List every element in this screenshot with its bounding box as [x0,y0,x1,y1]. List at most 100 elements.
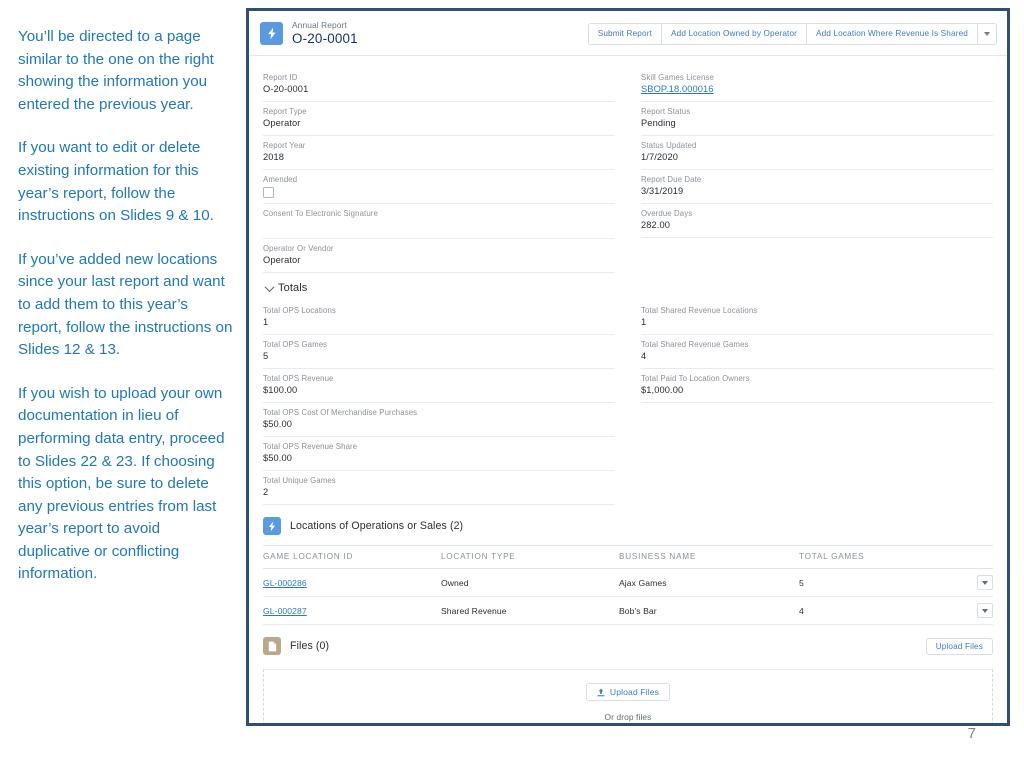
skill-games-license-link[interactable]: SBOP.18.000016 [641,83,993,96]
field-label: Total Paid To Location Owners [641,374,750,383]
instruction-paragraph-3: If you’ve added new locations since your… [18,250,233,359]
field-value: 1 [641,317,647,327]
drop-files-hint: Or drop files [604,711,652,722]
field-label: Consent To Electronic Signature [263,209,378,218]
screenshot-frame: Annual Report O-20-0001 Submit Report Ad… [246,8,1010,726]
chevron-down-icon[interactable] [263,281,275,292]
upload-files-button[interactable]: Upload Files [585,683,671,701]
cell-location-type: Owned [441,568,619,597]
field-value [263,219,615,232]
field-value: $50.00 [263,453,293,463]
field-label: Total OPS Revenue [263,374,334,383]
game-location-id-link[interactable]: GL-000287 [263,606,307,616]
field-total-ops-cost-of-merchandise-purchases: Total OPS Cost Of Merchandise Purchases … [263,403,615,437]
field-label: Report Due Date [641,175,702,184]
cell-business-name: Ajax Games [619,568,799,597]
upload-files-header-button[interactable]: Upload Files [925,637,993,655]
field-value: 1/7/2020 [641,152,678,162]
totals-section-header[interactable]: Totals [263,273,993,301]
totals-section: Total OPS Locations 1 Total OPS Games 5 … [263,301,993,505]
column-header-game-location-id[interactable]: GAME LOCATION ID [263,545,441,569]
lightning-bolt-icon [263,517,281,535]
field-value: $100.00 [263,385,298,395]
row-menu-chevron-down-icon[interactable] [977,575,993,590]
cell-game-location-id: GL-000287 [263,596,441,625]
field-label: Total OPS Revenue Share [263,442,358,451]
totals-right-column: Total Shared Revenue Locations 1 Total S… [641,301,993,505]
lightning-bolt-icon [260,22,283,45]
field-value: 5 [263,351,269,361]
record-object-label: Annual Report [292,20,347,30]
cell-row-actions [967,568,993,597]
field-total-unique-games: Total Unique Games 2 [263,471,615,505]
field-label: Report Type [263,107,307,116]
record-action-buttons: Submit Report Add Location Owned by Oper… [587,22,997,45]
table-row: GL-000286 Owned Ajax Games 5 [263,568,993,597]
field-label: Total OPS Games [263,340,328,349]
locations-list-header: Locations of Operations or Sales (2) [263,505,993,545]
field-total-ops-games: Total OPS Games 5 [263,335,615,369]
submit-report-button[interactable]: Submit Report [588,23,662,44]
field-report-status: Report Status Pending [641,102,993,136]
page-number: 7 [967,725,976,742]
field-consent-to-electronic-signature: Consent To Electronic Signature [263,204,615,239]
field-value: $1,000.00 [641,385,684,395]
field-overdue-days: Overdue Days 282.00 [641,204,993,238]
field-status-updated: Status Updated 1/7/2020 [641,136,993,170]
instruction-paragraph-4: If you wish to upload your own documenta… [18,384,225,583]
field-total-shared-revenue-games: Total Shared Revenue Games 4 [641,335,993,369]
record-header: Annual Report O-20-0001 Submit Report Ad… [249,11,1007,56]
locations-list-title: Locations of Operations or Sales (2) [290,520,464,532]
field-value: 3/31/2019 [641,186,684,196]
field-total-ops-revenue: Total OPS Revenue $100.00 [263,369,615,403]
column-header-total-games[interactable]: TOTAL GAMES [799,545,967,569]
field-label: Overdue Days [641,209,693,218]
slide-canvas: You’ll be directed to a page similar to … [0,0,1024,768]
column-header-business-name[interactable]: BUSINESS NAME [619,545,799,569]
field-total-ops-revenue-share: Total OPS Revenue Share $50.00 [263,437,615,471]
upload-files-button-label: Upload Files [609,687,660,697]
field-value: Operator [263,255,301,265]
row-menu-chevron-down-icon[interactable] [977,603,993,618]
field-amended: Amended [263,170,615,204]
add-location-owned-by-operator-button[interactable]: Add Location Owned by Operator [662,23,808,44]
field-value: 282.00 [641,220,671,230]
amended-checkbox[interactable] [263,187,274,198]
record-body: Report ID O-20-0001 Report Type Operator… [249,56,1007,723]
field-label: Operator Or Vendor [263,244,334,253]
files-list-title: Files (0) [290,640,330,652]
field-report-year: Report Year 2018 [263,136,615,170]
chevron-down-icon[interactable] [978,23,996,44]
field-total-shared-revenue-locations: Total Shared Revenue Locations 1 [641,301,993,335]
upload-icon [597,688,605,696]
field-label: Report ID [263,73,298,82]
field-report-type: Report Type Operator [263,102,615,136]
files-dropzone[interactable]: Upload Files Or drop files [263,669,993,723]
cell-total-games: 4 [799,596,967,625]
field-value: $50.00 [263,419,293,429]
field-value: Pending [641,118,676,128]
cell-row-actions [967,596,993,625]
field-total-paid-to-location-owners: Total Paid To Location Owners $1,000.00 [641,369,993,403]
files-list-header: Files (0) Upload Files [263,625,993,665]
game-location-id-link[interactable]: GL-000286 [263,578,307,588]
record-titles: Annual Report O-20-0001 [292,20,358,47]
field-label: Report Year [263,141,306,150]
table-header-row: GAME LOCATION ID LOCATION TYPE BUSINESS … [263,545,993,569]
details-left-column: Report ID O-20-0001 Report Type Operator… [263,68,615,273]
totals-left-column: Total OPS Locations 1 Total OPS Games 5 … [263,301,615,505]
field-label: Total OPS Locations [263,306,336,315]
field-label: Total Shared Revenue Games [641,340,749,349]
field-skill-games-license: Skill Games License SBOP.18.000016 [641,68,993,102]
field-label: Total Unique Games [263,476,336,485]
field-report-id: Report ID O-20-0001 [263,68,615,102]
instruction-paragraph-2: If you want to edit or delete existing i… [18,139,214,225]
field-operator-or-vendor: Operator Or Vendor Operator [263,239,615,273]
cell-total-games: 5 [799,568,967,597]
field-value: 4 [641,351,647,361]
field-label: Amended [263,175,298,184]
add-location-where-revenue-is-shared-button[interactable]: Add Location Where Revenue Is Shared [807,23,978,44]
cell-game-location-id: GL-000286 [263,568,441,597]
field-total-ops-locations: Total OPS Locations 1 [263,301,615,335]
column-header-location-type[interactable]: LOCATION TYPE [441,545,619,569]
